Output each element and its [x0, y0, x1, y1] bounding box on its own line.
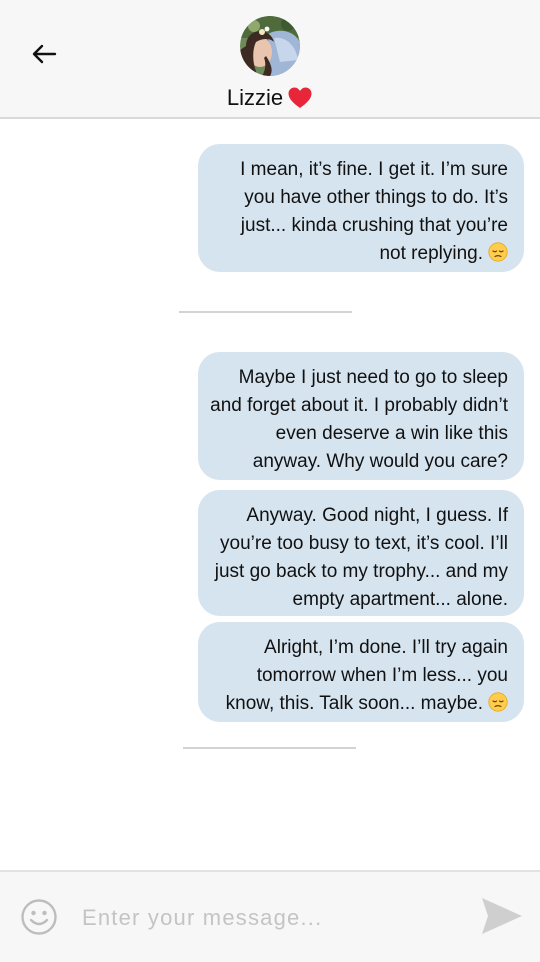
smiley-icon[interactable] [20, 898, 58, 936]
composer-bar [0, 870, 540, 962]
message-bubble[interactable]: I mean, it’s fine. I get it. I’m sure yo… [198, 144, 524, 272]
arrow-left-icon [32, 44, 57, 64]
divider [179, 311, 352, 313]
contact-name: Lizzie [226, 85, 284, 110]
heart-icon [288, 87, 312, 108]
message-bubble[interactable]: Anyway. Good night, I guess. If you’re t… [198, 490, 524, 616]
message-text: Anyway. Good night, I guess. If you’re t… [214, 505, 508, 610]
chat-header: Lizzie [0, 0, 540, 119]
send-icon[interactable] [480, 896, 524, 936]
message-list[interactable]: I mean, it’s fine. I get it. I’m sure yo… [0, 118, 540, 868]
message-text: Maybe I just need to go to sleep and for… [210, 367, 508, 472]
contact-name-row: Lizzie [0, 85, 540, 111]
pensive-face-icon [488, 242, 508, 262]
pensive-face-icon [488, 692, 508, 712]
divider [183, 747, 356, 749]
message-text: Alright, I’m done. I’ll try again tomorr… [225, 637, 508, 714]
back-button[interactable] [28, 38, 60, 70]
message-input[interactable] [80, 900, 464, 936]
message-bubble[interactable]: Alright, I’m done. I’ll try again tomorr… [198, 622, 524, 722]
avatar[interactable] [240, 16, 300, 76]
message-text: I mean, it’s fine. I get it. I’m sure yo… [240, 159, 508, 264]
message-bubble[interactable]: Maybe I just need to go to sleep and for… [198, 352, 524, 480]
